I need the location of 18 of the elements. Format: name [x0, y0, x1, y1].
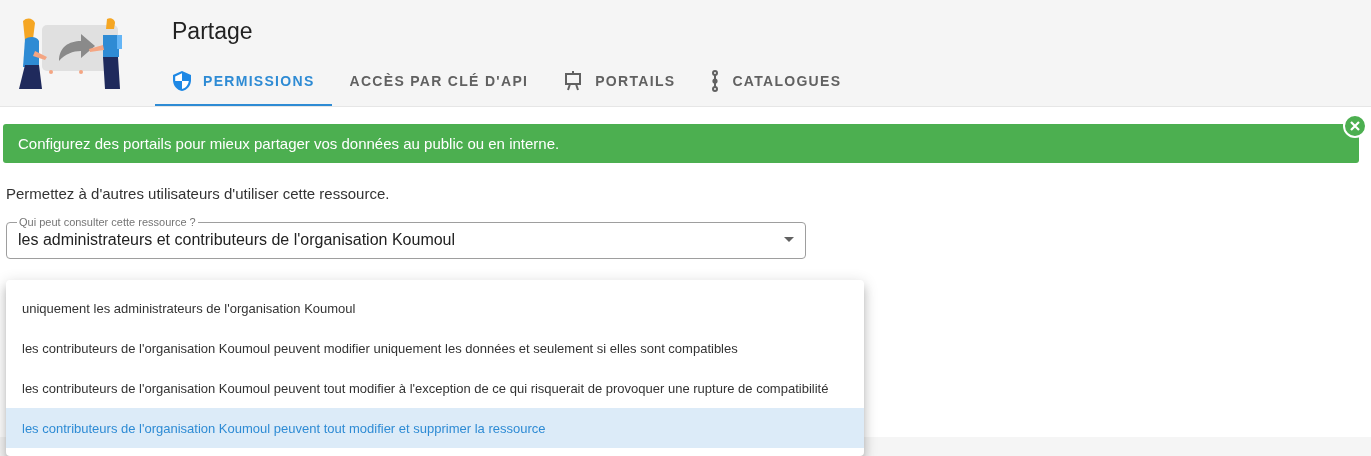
easel-icon — [563, 71, 584, 91]
alert-text: Configurez des portails pour mieux partager vos données au public ou en interne. — [18, 135, 560, 152]
page-title: Partage — [172, 17, 254, 46]
menu-option[interactable]: les contributeurs de l'organisation Koumoul peuvent modifier uniquement les données et seulement si elles sont compatibles — [6, 328, 864, 368]
field-label: Qui peut consulter cette ressource ? — [19, 216, 196, 228]
menu-option[interactable]: uniquement les administrateurs de l'organisation Koumoul — [6, 288, 864, 328]
shield-icon — [173, 71, 191, 91]
tab[interactable]: PORTAILS — [545, 58, 693, 106]
caret-icon — [784, 237, 794, 242]
chain-icon — [710, 70, 721, 92]
tab[interactable]: PERMISSIONS — [155, 58, 332, 106]
tab[interactable]: CATALOGUES — [692, 58, 859, 106]
menu-option[interactable]: les contributeurs de l'organisation Koumoul peuvent tout modifier à l'exception de ce qui risquerait de provoquer une rupture de compatibilité — [6, 368, 864, 408]
tab[interactable]: ACCÈS PAR CLÉ D'API — [331, 58, 546, 106]
menu-option[interactable]: les contributeurs de l'organisation Koumoul peuvent tout modifier et supprimer la ressource — [6, 408, 864, 448]
select-field[interactable]: Qui peut consulter cette ressource ? les administrateurs et contributeurs de l'organisation Koumoul — [6, 218, 806, 259]
intro-text: Permettez à d'autres utilisateurs d'utiliser cette ressource. — [6, 185, 391, 202]
close-icon[interactable] — [1343, 114, 1367, 138]
